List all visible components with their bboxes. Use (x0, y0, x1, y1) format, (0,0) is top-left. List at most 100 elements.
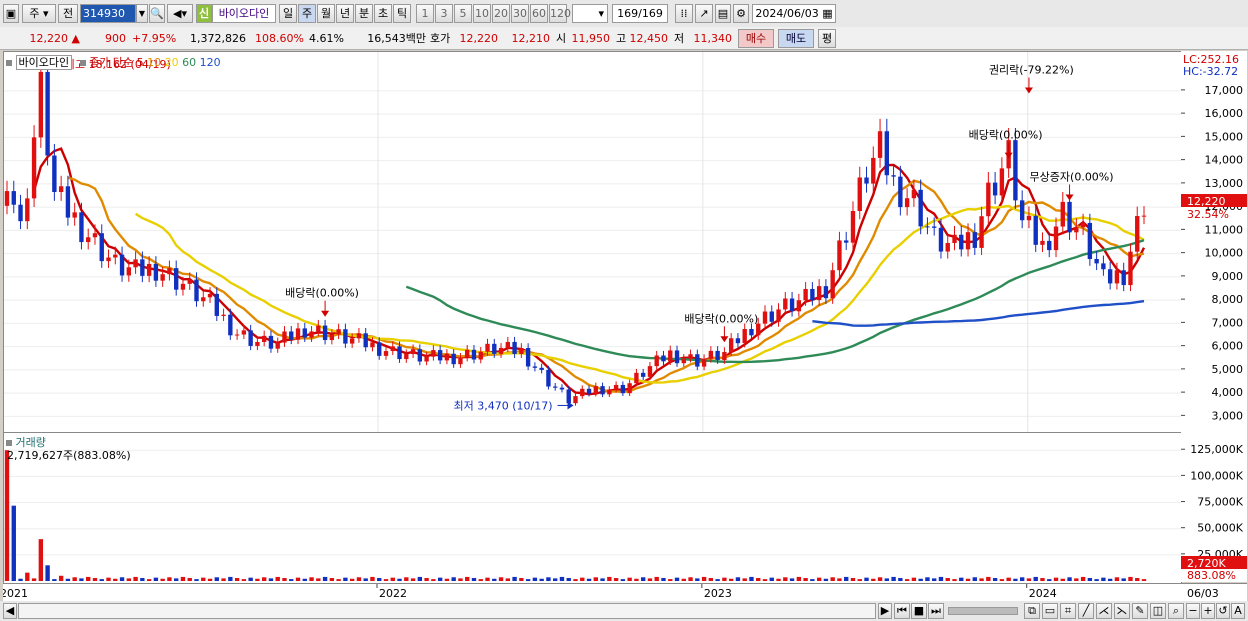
interval-tab[interactable]: 20 (492, 4, 510, 23)
candle-body (904, 198, 910, 208)
fast-forward-icon[interactable]: ⏭ (928, 603, 944, 619)
period-tab[interactable]: 주 (298, 4, 316, 23)
interval-tab[interactable]: 120 (549, 4, 571, 23)
eval-button[interactable]: 평 (818, 29, 836, 48)
candle-body (1107, 269, 1113, 284)
chart-link-icon[interactable]: ↗ (695, 4, 713, 23)
candle-body (160, 274, 165, 281)
buy-button[interactable]: 매수 (738, 29, 774, 48)
volume-bar (728, 578, 734, 581)
candle-body (1074, 227, 1079, 233)
volume-bar (871, 578, 876, 581)
date-value: 2024/06/03 (755, 7, 819, 20)
type-select[interactable]: 주 ▾ (22, 4, 56, 23)
period-tab[interactable]: 초 (374, 4, 392, 23)
volume-bar (431, 579, 436, 581)
volume-panel[interactable]: 거래량 2,719,627주(883.08%) (3, 432, 1182, 584)
draw-icon[interactable]: ✎ (1132, 603, 1148, 619)
volume-bar (1135, 578, 1140, 581)
date-field[interactable]: 2024/06/03 ▦ (752, 4, 836, 23)
volume-bar (559, 576, 565, 581)
right-axis: LC:252.16 HC:-32.72 17,000 16,000 15,000 14,0… (1181, 51, 1247, 582)
volume-chart[interactable] (4, 433, 1181, 583)
volume-bar (261, 577, 267, 581)
event-label: 배당락(0.00%) (285, 287, 359, 300)
volume-bar (153, 577, 159, 581)
volume-bar (553, 578, 558, 581)
volume-bar (1087, 578, 1093, 581)
volume-bar (580, 577, 585, 581)
interval-tab[interactable]: 5 (454, 4, 472, 23)
volume-bar (884, 578, 890, 581)
chart-type-icon[interactable]: ▣ (3, 4, 19, 23)
fibonacci-icon[interactable]: ⋌ (1096, 603, 1112, 619)
candle-body (268, 335, 274, 349)
candle-body (620, 384, 626, 394)
scroll-left-icon[interactable]: ◀ (3, 603, 17, 619)
candle-body (965, 232, 971, 250)
zoom-in-icon[interactable]: + (1201, 603, 1215, 619)
volume-bar (938, 576, 944, 581)
reset-icon[interactable]: ↺ (1216, 603, 1230, 619)
stop-icon[interactable]: ■ (911, 603, 927, 619)
candle-body (194, 279, 199, 302)
candle-body (465, 349, 470, 358)
interval-tab[interactable]: 3 (435, 4, 453, 23)
search-icon[interactable]: 🔍 (149, 4, 165, 23)
trendline-icon[interactable]: ╱ (1078, 603, 1094, 619)
interval-custom-select[interactable]: ▾ (572, 4, 608, 23)
scroll-right-icon[interactable]: ▶ (878, 603, 892, 619)
volume-bar (979, 578, 984, 581)
period-tab[interactable]: 일 (279, 4, 297, 23)
grid-icon[interactable]: ⁞⁞ (675, 4, 693, 23)
candle-body (1033, 215, 1038, 245)
period-tab[interactable]: 분 (355, 4, 373, 23)
candle-body (92, 233, 98, 238)
gear-icon[interactable]: ⚙ (733, 4, 749, 23)
volume-bar (1040, 578, 1045, 581)
rewind-icon[interactable]: ⏮ (894, 603, 910, 619)
speaker-icon[interactable]: ◀▾ (167, 4, 193, 23)
chevron-down-icon[interactable]: ▼ (136, 4, 148, 23)
period-tab[interactable]: 월 (317, 4, 335, 23)
count-field[interactable]: 169/169 (612, 4, 668, 23)
candle-body (992, 182, 998, 196)
candle-body (322, 325, 328, 341)
period-tab[interactable]: 년 (336, 4, 354, 23)
candle-body (756, 323, 761, 336)
candle-body (891, 175, 896, 177)
candle-body (356, 333, 362, 339)
camera-icon[interactable]: ◫ (1150, 603, 1166, 619)
candle-body (525, 348, 531, 367)
zoom-icon[interactable]: ⌕ (1168, 603, 1184, 619)
scroll-track[interactable] (18, 603, 876, 619)
legend-stock-name[interactable]: 바이오다인 (15, 55, 73, 70)
volume-pct-label: 883.08% (1187, 569, 1236, 582)
legend-ma-periods: 5 10 20 60 120 (137, 56, 221, 69)
candle-body (857, 177, 862, 211)
price-tick-label: 10,000 (1205, 247, 1244, 260)
zoom-out-icon[interactable]: − (1186, 603, 1200, 619)
interval-tab[interactable]: 1 (416, 4, 434, 23)
save-icon[interactable]: ▤ (715, 4, 731, 23)
font-size-icon[interactable]: A (1231, 603, 1245, 619)
price-chart-panel[interactable]: 배당락(0.00%) 배당락(0.00%) 배당락(0.00%) 권리락(-79.22… (3, 51, 1182, 433)
volume-bar (992, 578, 998, 581)
volume-bar (674, 577, 680, 581)
compare-icon[interactable]: ⋋ (1114, 603, 1130, 619)
interval-tab[interactable]: 30 (511, 4, 529, 23)
period-tab[interactable]: 틱 (393, 4, 411, 23)
grid-toggle-icon[interactable]: ⌗ (1060, 603, 1076, 619)
window-icon[interactable]: ⧉ (1024, 603, 1040, 619)
interval-tab[interactable]: 60 (530, 4, 548, 23)
range-select[interactable]: 전 (58, 4, 78, 23)
volume-bar (1141, 579, 1147, 581)
interval-tab[interactable]: 10 (473, 4, 491, 23)
code-input[interactable]: 314930 (80, 4, 136, 23)
layout-icon[interactable]: ▭ (1042, 603, 1058, 619)
price-chart[interactable]: 배당락(0.00%) 배당락(0.00%) 배당락(0.00%) 권리락(-79.22… (4, 52, 1181, 432)
bottom-toolbar: ◀ ▶ ⏮ ■ ⏭ ⧉ ▭ ⌗ ╱ ⋌ ⋋ ✎ ◫ ⌕ − + ↺ A (0, 601, 1248, 621)
volume-bar (654, 576, 659, 581)
zoom-slider[interactable] (948, 607, 1018, 615)
sell-button[interactable]: 매도 (778, 29, 814, 48)
